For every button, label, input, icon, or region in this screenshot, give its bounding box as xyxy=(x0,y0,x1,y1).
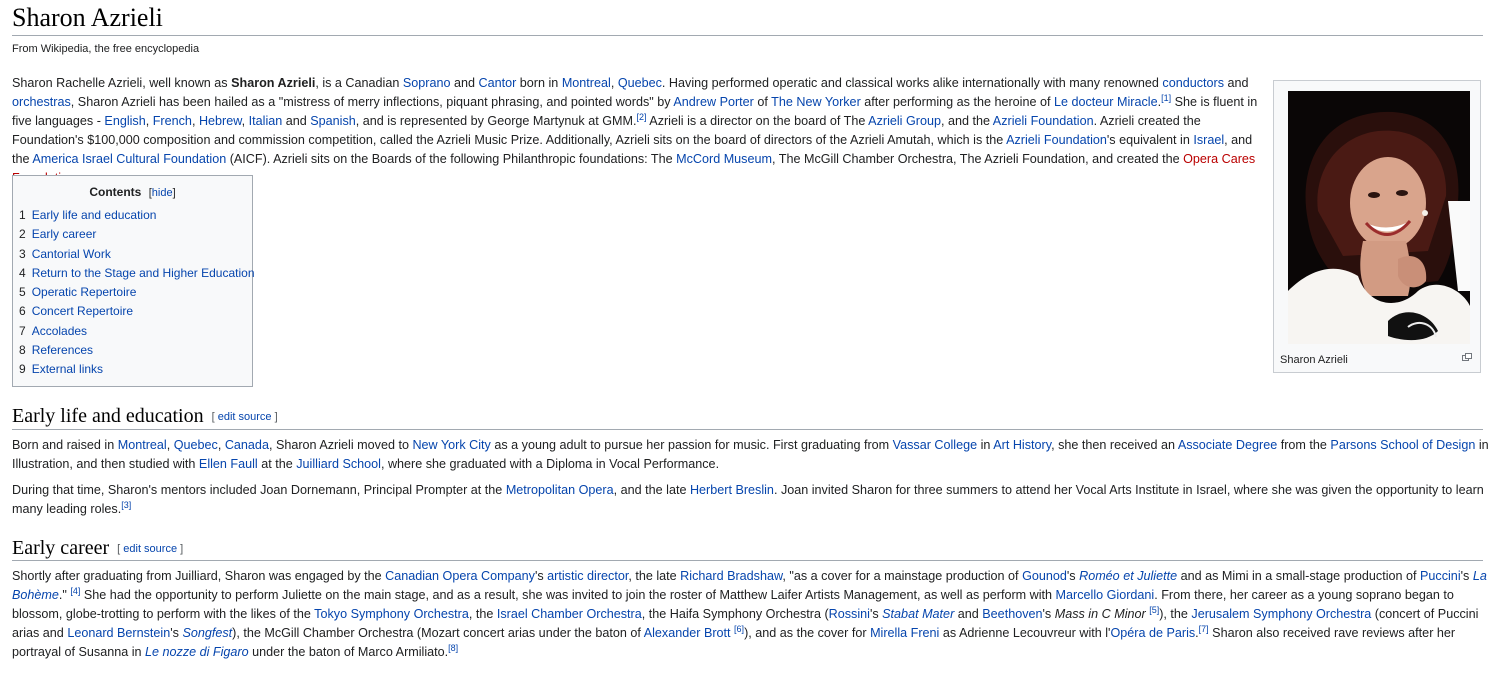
link-azrieli-group[interactable]: Azrieli Group xyxy=(868,114,941,128)
link-english[interactable]: English xyxy=(104,114,145,128)
article-page: Sharon Azrieli From Wikipedia, the free … xyxy=(0,0,1500,673)
section-divider xyxy=(12,560,1483,561)
link-andrew-porter[interactable]: Andrew Porter xyxy=(673,95,754,109)
ref-6[interactable]: [6] xyxy=(734,624,744,634)
section-divider xyxy=(12,429,1483,430)
link-azrieli-foundation[interactable]: Azrieli Foundation xyxy=(993,114,1094,128)
link-juilliard[interactable]: Juilliard School xyxy=(296,457,381,471)
toc-item[interactable]: 4 Return to the Stage and Higher Educatio… xyxy=(19,264,255,283)
link-mccord-museum[interactable]: McCord Museum xyxy=(676,152,772,166)
ref-7[interactable]: [7] xyxy=(1199,624,1209,634)
link-quebec[interactable]: Quebec xyxy=(618,76,662,90)
link-romeo-et-juliette[interactable]: Roméo et Juliette xyxy=(1079,569,1177,583)
link-israel-chamber-orchestra[interactable]: Israel Chamber Orchestra xyxy=(497,607,642,621)
link-orchestras[interactable]: orchestras xyxy=(12,95,71,109)
link-puccini[interactable]: Puccini xyxy=(1420,569,1461,583)
toc-item[interactable]: 7 Accolades xyxy=(19,322,255,341)
title-divider xyxy=(12,35,1483,36)
link-conductors[interactable]: conductors xyxy=(1162,76,1224,90)
link-opera-de-paris[interactable]: Opéra de Paris xyxy=(1110,626,1195,640)
toc-item[interactable]: 2 Early career xyxy=(19,225,255,244)
link-le-docteur-miracle[interactable]: Le docteur Miracle xyxy=(1054,95,1158,109)
link-parsons[interactable]: Parsons School of Design xyxy=(1330,438,1475,452)
link-montreal[interactable]: Montreal xyxy=(118,438,167,452)
link-quebec[interactable]: Quebec xyxy=(174,438,218,452)
link-alexander-brott[interactable]: Alexander Brott xyxy=(644,626,731,640)
toc-header: Contents [hide] xyxy=(89,185,176,199)
link-new-yorker[interactable]: The New Yorker xyxy=(771,95,861,109)
link-cantor[interactable]: Cantor xyxy=(478,76,516,90)
link-ellen-faull[interactable]: Ellen Faull xyxy=(199,457,258,471)
bold-name: Sharon Azrieli xyxy=(231,76,316,90)
link-richard-bradshaw[interactable]: Richard Bradshaw xyxy=(680,569,782,583)
toc-item[interactable]: 5 Operatic Repertoire xyxy=(19,283,255,302)
portrait-photo[interactable] xyxy=(1288,91,1470,344)
intro-paragraph: Sharon Rachelle Azrieli, well known as S… xyxy=(12,74,1260,188)
link-beethoven[interactable]: Beethoven xyxy=(982,607,1042,621)
toc-list: 1 Early life and education 2 Early career … xyxy=(19,206,255,380)
page-title: Sharon Azrieli xyxy=(12,3,163,32)
link-leonard-bernstein[interactable]: Leonard Bernstein xyxy=(67,626,170,640)
link-jerusalem-symphony[interactable]: Jerusalem Symphony Orchestra xyxy=(1191,607,1371,621)
toc-item[interactable]: 8 References xyxy=(19,341,255,360)
link-songfest[interactable]: Songfest xyxy=(182,626,232,640)
toc-hide-toggle[interactable]: hide xyxy=(152,187,173,199)
link-artistic-director[interactable]: artistic director xyxy=(547,569,628,583)
mass-in-c-minor: Mass in C Minor xyxy=(1054,607,1146,621)
link-rossini[interactable]: Rossini xyxy=(829,607,870,621)
edit-source-link[interactable]: [ edit source ] xyxy=(212,411,278,423)
toc-item[interactable]: 1 Early life and education xyxy=(19,206,255,225)
link-spanish[interactable]: Spanish xyxy=(310,114,356,128)
link-vassar-college[interactable]: Vassar College xyxy=(893,438,977,452)
tagline: From Wikipedia, the free encyclopedia xyxy=(12,43,200,55)
link-israel[interactable]: Israel xyxy=(1193,133,1224,147)
link-associate-degree[interactable]: Associate Degree xyxy=(1178,438,1277,452)
link-azrieli-foundation-2[interactable]: Azrieli Foundation xyxy=(1006,133,1107,147)
table-of-contents: Contents [hide] 1 Early life and educatio… xyxy=(12,175,255,387)
link-le-nozze-di-figaro[interactable]: Le nozze di Figaro xyxy=(145,645,249,659)
ref-8[interactable]: [8] xyxy=(448,643,458,653)
link-art-history[interactable]: Art History xyxy=(993,438,1051,452)
section-heading-early-life: Early life and education[ edit source ] xyxy=(12,405,278,427)
toc-item[interactable]: 3 Cantorial Work xyxy=(19,245,255,264)
ref-1[interactable]: [1] xyxy=(1161,93,1171,103)
early-career-paragraph: Shortly after graduating from Juilliard,… xyxy=(12,569,1487,659)
toc-title: Contents xyxy=(89,185,142,199)
link-new-york-city[interactable]: New York City xyxy=(412,438,490,452)
infobox-thumbnail: Sharon Azrieli xyxy=(1273,80,1481,373)
toc-item[interactable]: 6 Concert Repertoire xyxy=(19,302,255,321)
ref-5[interactable]: [5] xyxy=(1149,605,1159,615)
infobox-caption: Sharon Azrieli xyxy=(1280,354,1348,366)
section-heading-early-career: Early career[ edit source ] xyxy=(12,537,184,559)
link-canada[interactable]: Canada xyxy=(225,438,269,452)
ref-3[interactable]: [3] xyxy=(121,500,131,510)
early-life-paragraph-2: During that time, Sharon's mentors inclu… xyxy=(12,483,1484,516)
link-hebrew[interactable]: Hebrew xyxy=(199,114,242,128)
edit-source-link[interactable]: [ edit source ] xyxy=(117,543,183,555)
link-marcello-giordani[interactable]: Marcello Giordani xyxy=(1056,588,1155,602)
link-canadian-opera-company[interactable]: Canadian Opera Company xyxy=(385,569,535,583)
link-french[interactable]: French xyxy=(153,114,192,128)
ref-2[interactable]: [2] xyxy=(636,112,646,122)
ref-4[interactable]: [4] xyxy=(70,586,80,596)
link-metropolitan-opera[interactable]: Metropolitan Opera xyxy=(506,483,614,497)
early-life-paragraph-1: Born and raised in Montreal, Quebec, Can… xyxy=(12,438,1489,471)
link-tokyo-symphony[interactable]: Tokyo Symphony Orchestra xyxy=(314,607,469,621)
link-america-israel-cultural-foundation[interactable]: America Israel Cultural Foundation xyxy=(32,152,226,166)
link-montreal[interactable]: Montreal xyxy=(562,76,611,90)
link-gounod[interactable]: Gounod xyxy=(1022,569,1067,583)
toc-item[interactable]: 9 External links xyxy=(19,360,255,379)
link-soprano[interactable]: Soprano xyxy=(403,76,451,90)
link-herbert-breslin[interactable]: Herbert Breslin xyxy=(690,483,774,497)
link-italian[interactable]: Italian xyxy=(249,114,283,128)
link-mirella-freni[interactable]: Mirella Freni xyxy=(870,626,939,640)
magnify-clip-icon[interactable] xyxy=(1462,353,1472,361)
link-stabat-mater[interactable]: Stabat Mater xyxy=(882,607,954,621)
